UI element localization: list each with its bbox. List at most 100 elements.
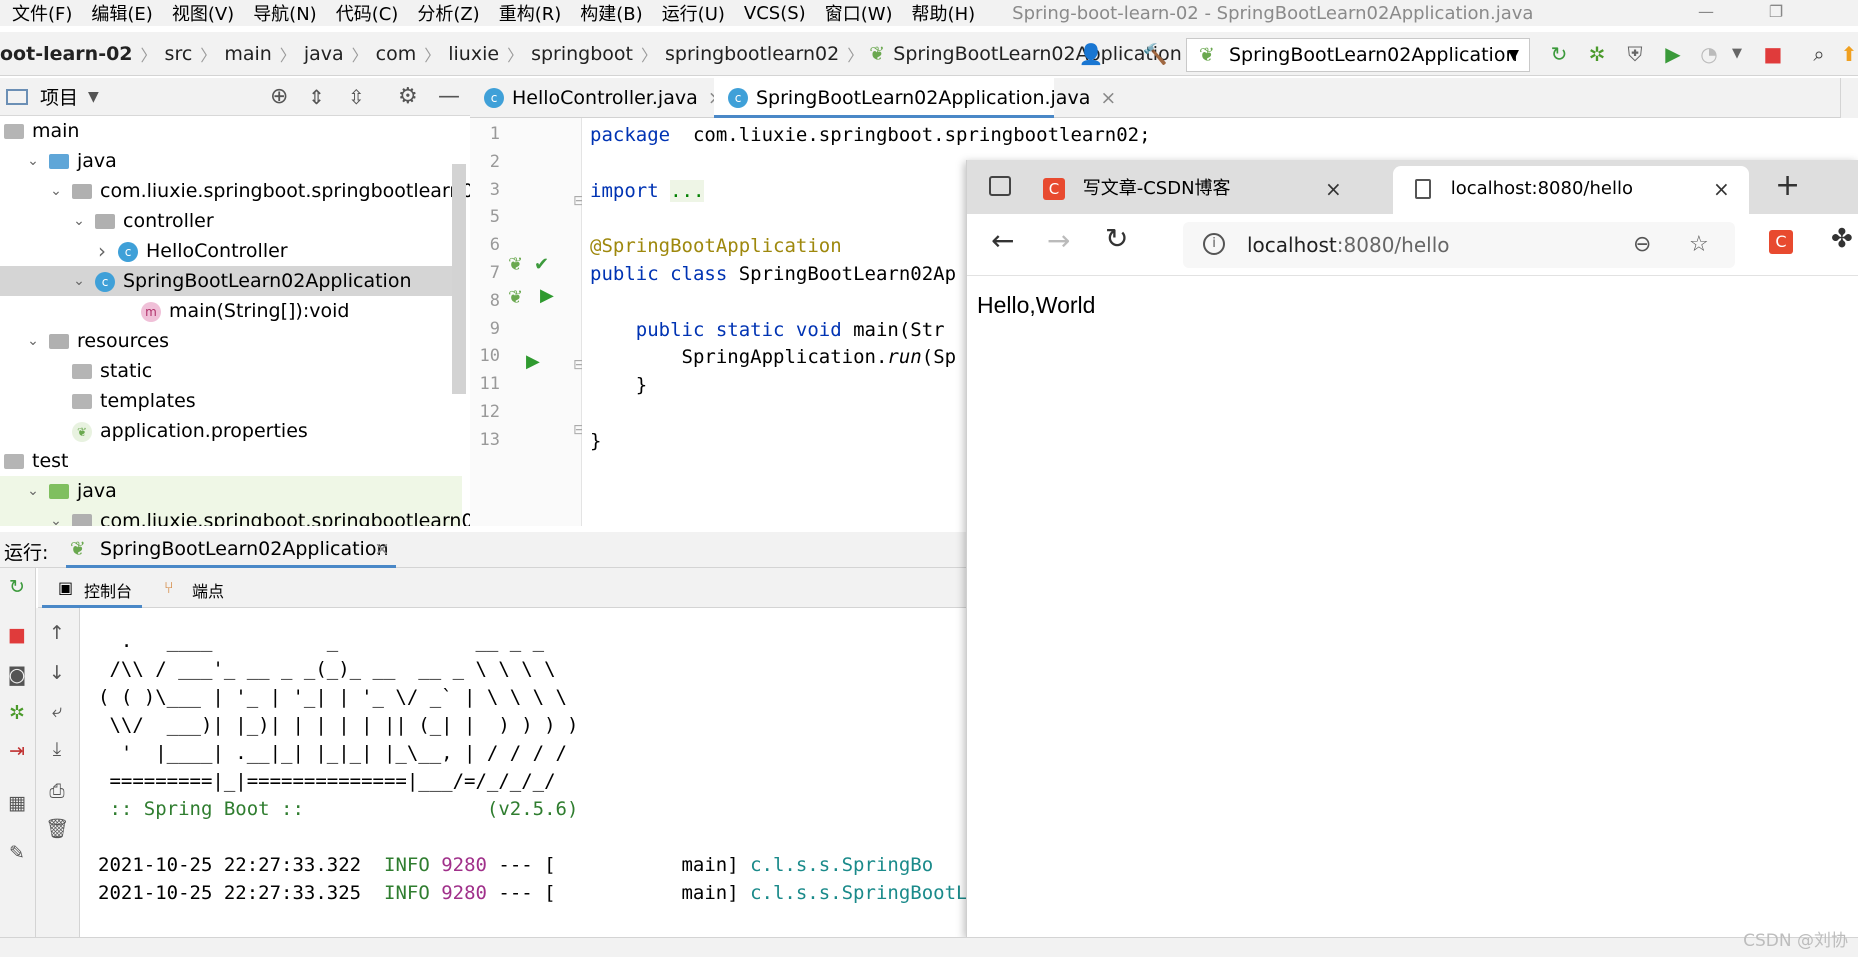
breadcrumb-item[interactable]: main — [216, 43, 279, 65]
sidebar-toggle-icon[interactable] — [989, 176, 1011, 196]
rerun-icon[interactable]: ↻ — [4, 574, 30, 600]
tree-item[interactable]: ❦ application.properties — [0, 416, 462, 446]
extensions-puzzle-icon[interactable]: ✤ — [1831, 224, 1853, 254]
tree-item[interactable]: › c HelloController — [0, 236, 462, 266]
menu-item-3[interactable]: 导航(N) — [241, 0, 324, 26]
breadcrumb-item[interactable]: oot-learn-02 — [0, 43, 141, 65]
update-icon[interactable]: ⬆ — [1840, 41, 1858, 67]
build-hammer-icon[interactable]: 🔨 — [1142, 41, 1168, 67]
refresh-icon[interactable]: ↻ — [1105, 222, 1128, 255]
locate-crosshair-icon[interactable]: ⊕ — [270, 84, 288, 109]
browser-tab-localhost[interactable]: localhost:8080/hello × — [1393, 166, 1749, 214]
close-icon[interactable]: × — [1325, 166, 1342, 212]
back-arrow-icon[interactable]: ← — [991, 224, 1014, 257]
hide-panel-icon[interactable]: — — [438, 84, 460, 109]
breadcrumb-item[interactable]: springboot — [523, 43, 641, 65]
favorite-star-icon[interactable]: ☆ — [1689, 222, 1709, 268]
chevron-down-icon[interactable]: ⌄ — [25, 146, 41, 176]
csdn-extension-icon[interactable]: C — [1769, 230, 1793, 254]
tree-item[interactable]: test — [0, 446, 462, 476]
chevron-down-icon[interactable]: ⌄ — [25, 476, 41, 506]
expand-all-icon[interactable]: ⇕ — [308, 85, 325, 109]
breadcrumb-item[interactable]: src — [157, 43, 201, 65]
menu-item-9[interactable]: VCS(S) — [732, 3, 813, 24]
tree-item[interactable]: ⌄ com.liuxie.springboot.springbootlearn02 — [0, 176, 470, 206]
tree-item[interactable]: ⌄ com.liuxie.springboot.springbootlearn02 — [0, 506, 470, 526]
menu-item-8[interactable]: 运行(U) — [650, 0, 732, 26]
chevron-down-icon[interactable]: ▼ — [1724, 41, 1750, 67]
chevron-down-icon[interactable]: ▼ — [88, 89, 99, 105]
chevron-down-icon[interactable]: ⌄ — [25, 326, 41, 356]
minimize-button[interactable]: — — [1676, 0, 1736, 26]
search-icon[interactable]: ⌕ — [1806, 41, 1832, 67]
spring-bean-icon[interactable]: ❦ — [508, 254, 523, 275]
menu-item-2[interactable]: 视图(V) — [160, 0, 241, 26]
run-gutter-icon[interactable]: ▶ — [526, 351, 540, 372]
tab-hellocontroller[interactable]: c HelloController.java× — [470, 78, 724, 118]
tree-item[interactable]: ⌄ c SpringBootLearn02Application — [0, 266, 462, 296]
info-icon[interactable]: i — [1203, 233, 1225, 255]
debug-bug-icon[interactable]: ✲ — [1584, 41, 1610, 67]
run-configuration-select[interactable]: ❦ SpringBootLearn02Application ▼ — [1186, 38, 1530, 72]
chevron-down-icon[interactable]: ⌄ — [71, 206, 87, 236]
profiler-icon[interactable]: ◔ — [1696, 41, 1722, 67]
tree-item[interactable]: ⌄ resources — [0, 326, 462, 356]
stop-icon[interactable]: ■ — [4, 622, 30, 648]
breadcrumb-item[interactable]: liuxie — [440, 43, 507, 65]
tree-item[interactable]: ⌄ controller — [0, 206, 462, 236]
debug-bug-icon[interactable]: ✲ — [4, 700, 30, 726]
breadcrumb-item[interactable]: ❦ SpringBootLearn02Application — [863, 43, 1190, 65]
browser-tab-csdn[interactable]: C 写文章-CSDN博客 × — [1037, 166, 1342, 214]
close-icon[interactable]: × — [1100, 87, 1116, 109]
exit-icon[interactable]: ⇥ — [4, 738, 30, 764]
scroll-to-end-icon[interactable]: ⤓ — [44, 736, 70, 762]
camera-icon[interactable]: ◙ — [4, 662, 30, 688]
spring-run-icon[interactable]: ❦ — [508, 287, 523, 308]
url-input[interactable]: i localhost:8080/hello ⊖ ☆ — [1183, 222, 1735, 268]
run-tab[interactable]: SpringBootLearn02Application — [100, 538, 389, 560]
chevron-down-icon[interactable]: ⌄ — [48, 506, 64, 526]
collapse-all-icon[interactable]: ⇳ — [348, 85, 365, 109]
menu-item-11[interactable]: 帮助(H) — [900, 0, 983, 26]
tree-item[interactable]: ⌄ java — [0, 476, 462, 506]
menu-item-7[interactable]: 构建(B) — [568, 0, 649, 26]
print-icon[interactable]: ⎙ — [44, 778, 70, 804]
profile-run-icon[interactable]: ▶ — [1660, 41, 1686, 67]
tab-endpoints[interactable]: 端点 — [192, 578, 224, 602]
rerun-icon[interactable]: ↻ — [1546, 41, 1572, 67]
menu-item-4[interactable]: 代码(C) — [324, 0, 406, 26]
tree-scrollbar[interactable] — [452, 164, 466, 394]
pin-icon[interactable]: ✎ — [4, 840, 30, 866]
forward-arrow-icon[interactable]: → — [1047, 224, 1070, 257]
project-panel-title[interactable]: 项目 — [40, 83, 78, 110]
menu-item-6[interactable]: 重构(R) — [487, 0, 569, 26]
breadcrumb-item[interactable]: springbootlearn02 — [657, 43, 847, 65]
tab-console[interactable]: 控制台 — [84, 578, 132, 602]
maximize-button[interactable]: ❐ — [1746, 0, 1806, 26]
chevron-right-icon[interactable]: › — [94, 236, 110, 266]
run-gutter-icon[interactable]: ▶ — [540, 285, 554, 306]
breadcrumb-item[interactable]: com — [368, 43, 425, 65]
tree-item[interactable]: ⌄ java — [0, 146, 462, 176]
menu-item-1[interactable]: 编辑(E) — [79, 0, 159, 26]
close-icon[interactable]: × — [374, 538, 390, 560]
gear-icon[interactable]: ⚙ — [398, 84, 418, 109]
trash-icon[interactable]: 🗑 — [44, 816, 70, 842]
spring-check-icon[interactable]: ✔ — [534, 254, 549, 275]
tree-item[interactable]: templates — [0, 386, 462, 416]
tree-item[interactable]: static — [0, 356, 462, 386]
breadcrumb-item[interactable]: java — [296, 43, 352, 65]
tab-springbootlearn02application[interactable]: c SpringBootLearn02Application.java × — [714, 78, 1116, 118]
zoom-out-icon[interactable]: ⊖ — [1633, 222, 1651, 268]
menu-item-10[interactable]: 窗口(W) — [813, 0, 900, 26]
tree-item[interactable]: m main(String[]):void — [0, 296, 462, 326]
chevron-down-icon[interactable]: ⌄ — [48, 176, 64, 206]
console-output[interactable]: . ____ _ __ _ _ /\\ / ___'_ __ _ _(_)_ _… — [80, 608, 966, 957]
tree-item[interactable]: main — [0, 116, 462, 146]
new-tab-plus-icon[interactable]: + — [1775, 168, 1800, 203]
user-icon[interactable]: 👤 — [1078, 41, 1104, 67]
menu-item-5[interactable]: 分析(Z) — [405, 0, 486, 26]
menu-item-0[interactable]: 文件(F) — [0, 0, 79, 26]
chevron-down-icon[interactable]: ⌄ — [71, 266, 87, 296]
stop-icon[interactable]: ■ — [1760, 41, 1786, 67]
